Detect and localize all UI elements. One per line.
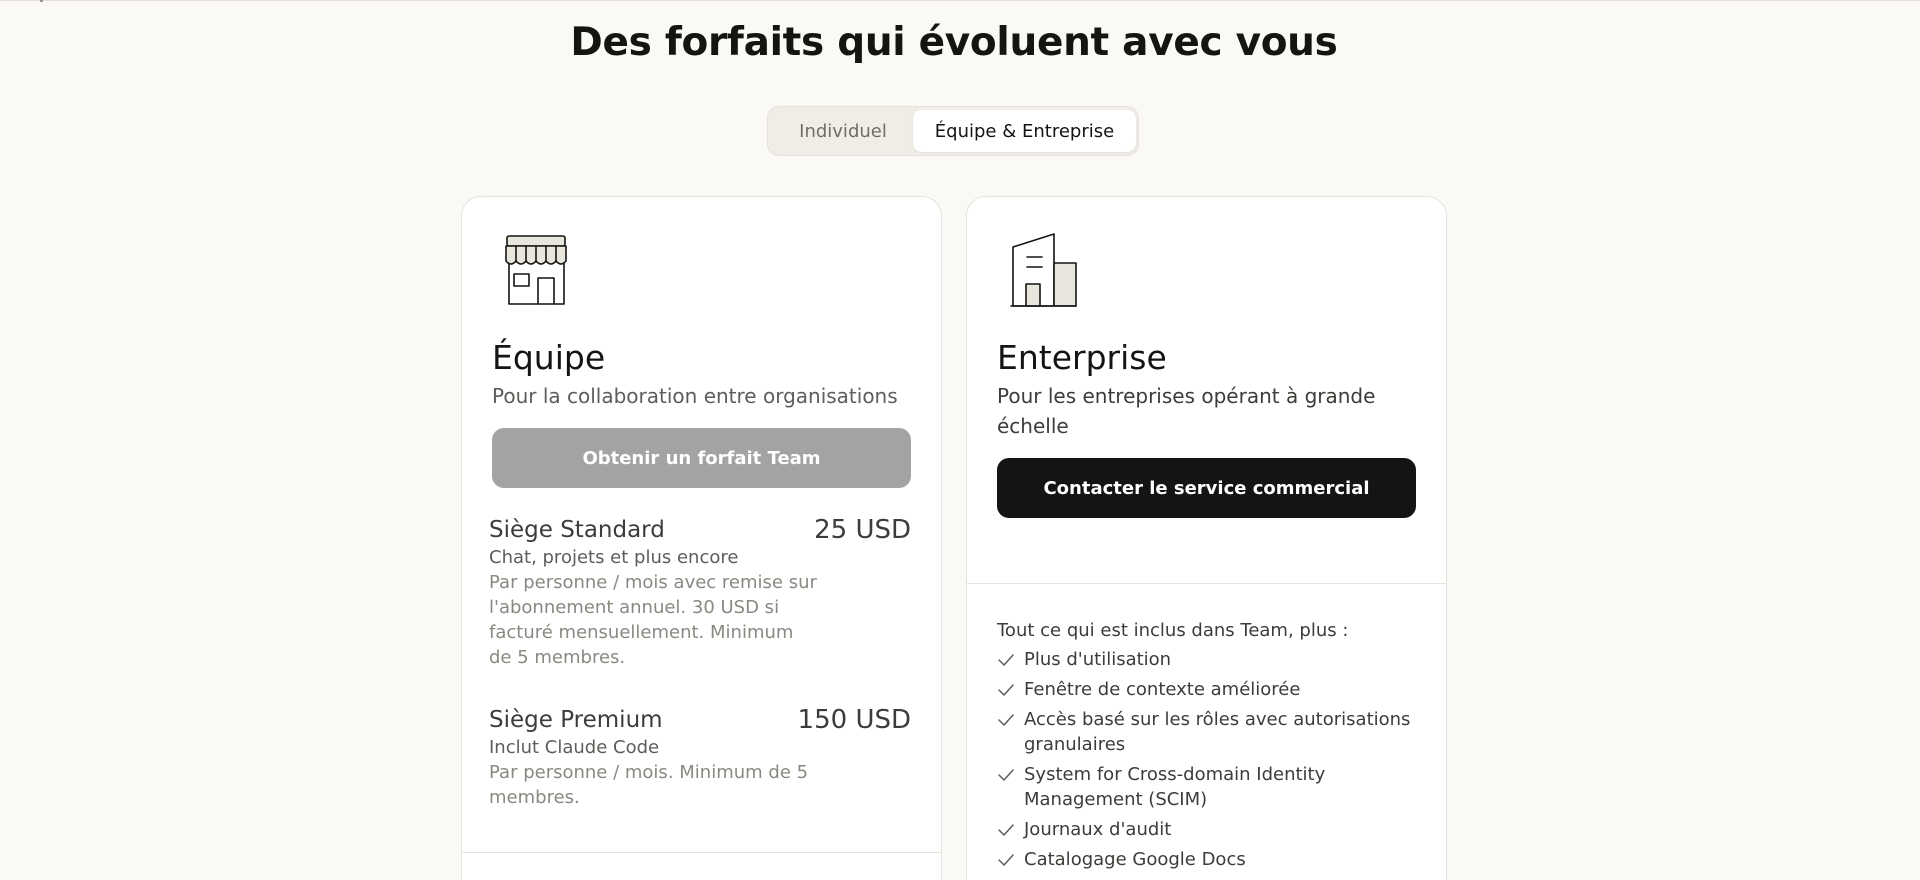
page-title: Des forfaits qui évoluent avec vous: [570, 20, 1338, 65]
seat-premium-price: 150 USD: [797, 705, 911, 735]
seat-premium-desc: Inclut Claude Code: [489, 737, 660, 758]
check-icon: [998, 769, 1014, 781]
check-icon: [998, 654, 1014, 666]
storefront-icon: [505, 235, 567, 305]
feature-item: System for Cross-domain Identity Managem…: [997, 762, 1422, 812]
feature-item: Accès basé sur les rôles avec autorisati…: [997, 707, 1422, 757]
contact-sales-button[interactable]: Contacter le service commercial: [997, 458, 1416, 518]
team-card-divider: [462, 852, 941, 853]
check-icon: [998, 684, 1014, 696]
seat-standard-price: 25 USD: [814, 515, 911, 545]
seat-standard-note: Par personne / mois avec remise sur l'ab…: [489, 572, 817, 668]
team-subtitle: Pour la collaboration entre organisation…: [492, 384, 898, 408]
feature-label: Journaux d'audit: [1024, 819, 1172, 840]
get-team-plan-button[interactable]: Obtenir un forfait Team: [492, 428, 911, 488]
check-icon: [998, 714, 1014, 726]
check-icon: [998, 854, 1014, 866]
enterprise-title: Enterprise: [997, 338, 1167, 377]
features-list: Plus d'utilisation Fenêtre de contexte a…: [997, 647, 1422, 877]
feature-label: System for Cross-domain Identity Managem…: [1024, 764, 1326, 810]
toggle-equipe-entreprise[interactable]: Équipe & Entreprise: [913, 110, 1136, 152]
pricing-page: Des forfaits qui évoluent avec vous Indi…: [0, 0, 1920, 880]
top-border: [0, 0, 1920, 1]
enterprise-plan-card: Enterprise Pour les entreprises opérant …: [966, 196, 1447, 880]
toggle-individuel[interactable]: Individuel: [772, 110, 914, 152]
feature-label: Catalogage Google Docs: [1024, 849, 1246, 870]
feature-item: Plus d'utilisation: [997, 647, 1422, 672]
plan-type-toggle: Individuel Équipe & Entreprise: [767, 106, 1139, 156]
feature-item: Journaux d'audit: [997, 817, 1422, 842]
seat-standard: Siège Standard 25 USD Chat, projets et p…: [489, 515, 911, 670]
seat-standard-desc: Chat, projets et plus encore: [489, 547, 739, 568]
feature-item: Fenêtre de contexte améliorée: [997, 677, 1422, 702]
seat-premium-note: Par personne / mois. Minimum de 5 membre…: [489, 762, 809, 808]
enterprise-card-divider: [967, 583, 1446, 584]
team-plan-card: Équipe Pour la collaboration entre organ…: [461, 196, 942, 880]
team-title: Équipe: [492, 338, 606, 377]
enterprise-subtitle: Pour les entreprises opérant à grande éc…: [997, 384, 1376, 438]
seat-premium: Siège Premium 150 USD Inclut Claude Code…: [489, 705, 911, 810]
feature-label: Plus d'utilisation: [1024, 649, 1172, 670]
building-icon: [1010, 233, 1077, 307]
feature-label: Accès basé sur les rôles avec autorisati…: [1024, 709, 1411, 755]
feature-label: Fenêtre de contexte améliorée: [1024, 679, 1301, 700]
features-heading: Tout ce qui est inclus dans Team, plus :: [997, 620, 1349, 641]
feature-item: Catalogage Google Docs: [997, 847, 1422, 872]
corner-mark: [40, 0, 43, 2]
check-icon: [998, 824, 1014, 836]
